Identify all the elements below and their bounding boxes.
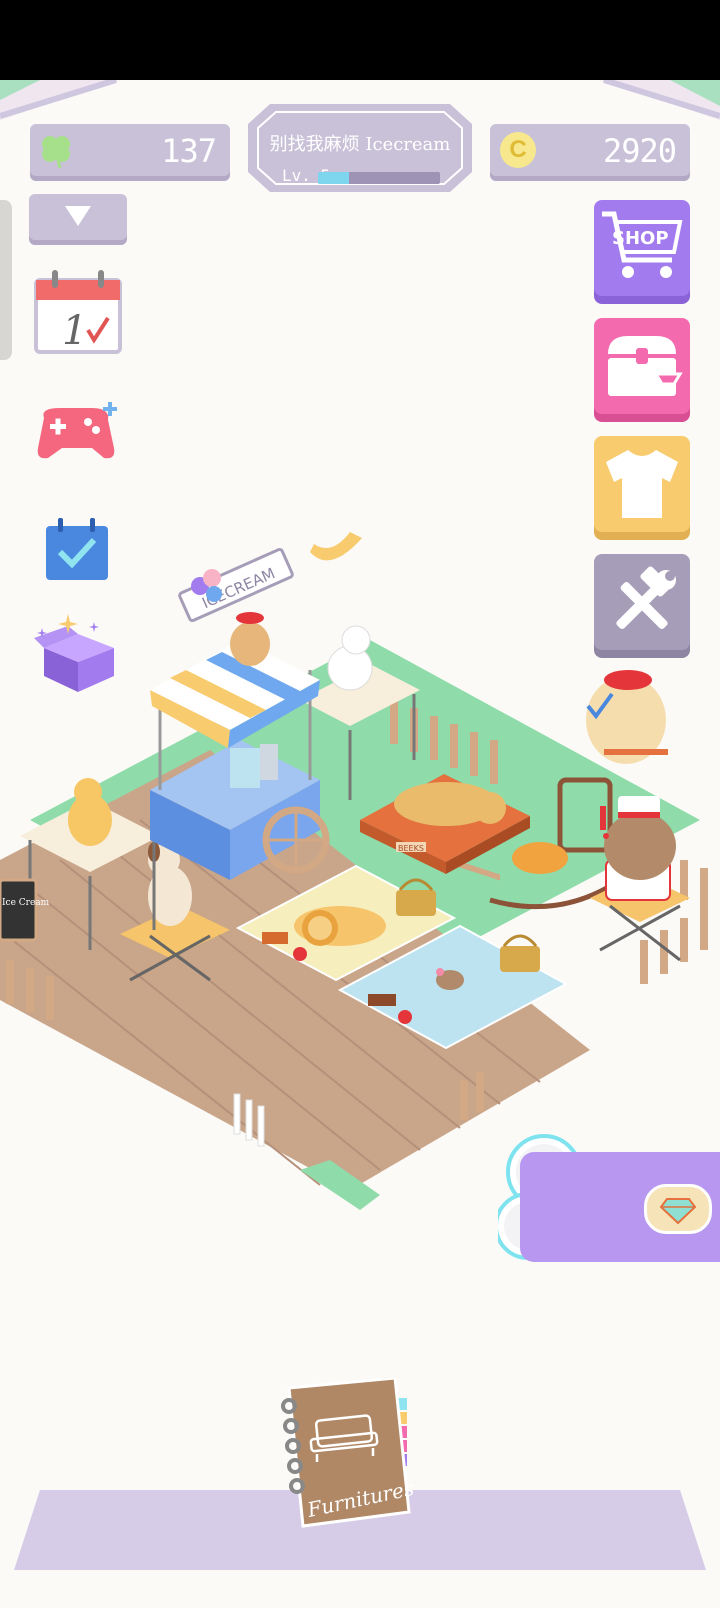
clover-counter[interactable]: 137 [30, 124, 230, 176]
shop-label: SHOP [612, 228, 669, 249]
clover-count: 137 [161, 132, 217, 170]
mat-tag: BEEKS [398, 844, 424, 853]
furniture-book-button[interactable]: Furnitures [281, 1378, 421, 1528]
status-bar [0, 0, 720, 80]
coin-counter[interactable]: C 2920 [490, 124, 690, 176]
treasure-chest-icon [608, 336, 683, 396]
chalkboard-text: Ice Cream [2, 898, 50, 908]
corner-decoration-right [600, 80, 720, 120]
side-drawer-tab[interactable] [0, 200, 12, 360]
picnic-basket-2 [500, 946, 540, 972]
poodle-vendor [230, 622, 270, 666]
cafe-scene[interactable]: BEEKS ICECREAM Ice Cream [0, 420, 720, 1240]
collapse-menu-button[interactable] [29, 194, 127, 240]
coin-icon: C [500, 132, 536, 168]
treasure-chest-button[interactable] [594, 318, 690, 414]
chalkboard [0, 878, 38, 942]
coin-count: 2920 [602, 132, 677, 170]
cafe-name-badge[interactable]: 别找我麻烦 Icecream Lv. 5 [248, 104, 472, 192]
clover-icon [42, 136, 70, 169]
picnic-basket [396, 890, 436, 916]
daily-calendar-button[interactable]: 1 [30, 262, 126, 358]
diamond-offer-tab[interactable] [520, 1152, 720, 1262]
level-progress-bar [318, 172, 440, 184]
diamond-icon [659, 1198, 697, 1225]
cat-chef [604, 812, 676, 880]
corner-decoration-left [0, 80, 120, 120]
triangle-down-icon [65, 206, 91, 226]
banana-peel [310, 532, 362, 561]
diamond-button[interactable] [644, 1184, 712, 1234]
cafe-name: 别找我麻烦 Icecream [269, 134, 451, 155]
shop-button[interactable]: SHOP [594, 200, 690, 296]
calendar-day: 1 [62, 308, 87, 354]
